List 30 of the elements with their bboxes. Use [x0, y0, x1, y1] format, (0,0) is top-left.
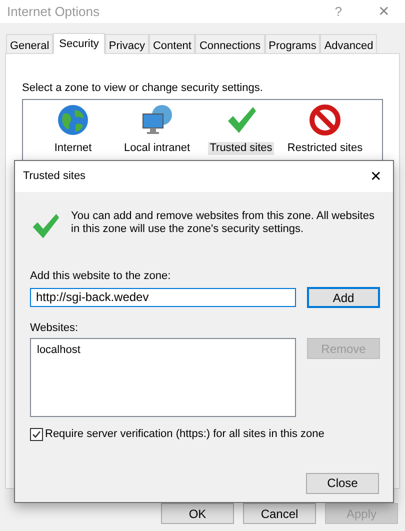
- tab[interactable]: Programs: [264, 34, 320, 53]
- globe-icon: [57, 104, 89, 136]
- description-text: You can add and remove websites from this zone. All websites in this zone will use the zone's security settings.: [71, 210, 376, 236]
- window-title: Internet Options: [7, 2, 100, 21]
- add-button[interactable]: Add: [307, 286, 380, 308]
- zone-prompt: Select a zone to view or change security settings.: [22, 81, 264, 96]
- tab[interactable]: Privacy: [104, 34, 149, 53]
- zone-item[interactable]: Internet: [33, 104, 113, 154]
- checkbox-label: Require server verification (https:) for all sites in this zone: [45, 427, 324, 442]
- tab[interactable]: Advanced: [320, 34, 378, 53]
- checkbox[interactable]: [30, 428, 43, 441]
- zone-item[interactable]: Local intranet: [117, 104, 197, 154]
- tab[interactable]: Content: [148, 34, 196, 53]
- tab[interactable]: Security: [53, 33, 105, 54]
- tab[interactable]: General: [6, 34, 54, 53]
- close-dialog-button[interactable]: Close: [306, 472, 379, 494]
- website-input[interactable]: http://sgi-back.wedev: [30, 288, 296, 306]
- zone-item[interactable]: Restricted sites: [285, 104, 365, 154]
- no-entry-icon: [309, 104, 341, 136]
- tab[interactable]: Connections: [195, 34, 265, 53]
- websites-label: Websites:: [30, 320, 80, 336]
- monitor-globe-icon: [141, 104, 173, 136]
- dialog-button[interactable]: Cancel: [243, 503, 316, 524]
- zone-item[interactable]: Trusted sites: [201, 104, 281, 154]
- dialog-button[interactable]: OK: [161, 503, 234, 524]
- add-website-label: Add this website to the zone:: [30, 269, 172, 284]
- dialog-title: Trusted sites: [23, 169, 87, 184]
- website-item[interactable]: localhost: [37, 342, 289, 358]
- close-button[interactable]: ✕: [378, 1, 390, 22]
- close-button[interactable]: ✕: [370, 166, 382, 187]
